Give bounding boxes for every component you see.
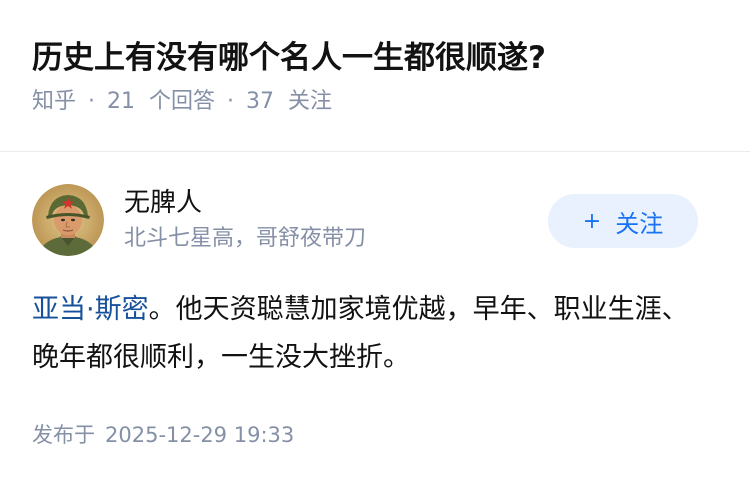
answers-count: 21 bbox=[107, 89, 136, 114]
question-header: 历史上有没有哪个名人一生都很顺遂? 知乎 · 21 个回答 · 37 关注 bbox=[32, 36, 730, 118]
publish-info: 发布于 2025-12-29 19:33 bbox=[32, 420, 294, 450]
publish-date: 2025-12-29 19:33 bbox=[105, 423, 295, 447]
publish-label: 发布于 bbox=[32, 423, 95, 447]
meta-separator: · bbox=[227, 89, 235, 114]
meta-separator: · bbox=[88, 89, 96, 114]
answer-content[interactable]: 亚当·斯密。他天资聪慧加家境优越，早年、职业生涯、晚年都很顺利，一生没大挫折。 bbox=[32, 286, 714, 382]
question-meta: 知乎 · 21 个回答 · 37 关注 bbox=[32, 86, 730, 118]
follows-count: 37 bbox=[246, 89, 275, 114]
soldier-avatar-icon[interactable] bbox=[32, 184, 104, 256]
question-title[interactable]: 历史上有没有哪个名人一生都很顺遂? bbox=[32, 36, 730, 80]
answers-label: 个回答 bbox=[149, 89, 216, 114]
plus-icon: + bbox=[582, 208, 602, 234]
source-label[interactable]: 知乎 bbox=[32, 89, 76, 114]
follows-label: 关注 bbox=[288, 89, 333, 114]
author-row: 无脾人 北斗七星高，哥舒夜带刀 + 关注 bbox=[32, 184, 722, 256]
author-bio: 北斗七星高，哥舒夜带刀 bbox=[124, 226, 367, 251]
follow-button-label: 关注 bbox=[615, 209, 664, 238]
follow-button[interactable]: + 关注 bbox=[548, 194, 698, 248]
section-divider bbox=[0, 151, 750, 152]
entity-link[interactable]: 亚当·斯密 bbox=[32, 294, 149, 325]
author-name[interactable]: 无脾人 bbox=[124, 186, 202, 220]
